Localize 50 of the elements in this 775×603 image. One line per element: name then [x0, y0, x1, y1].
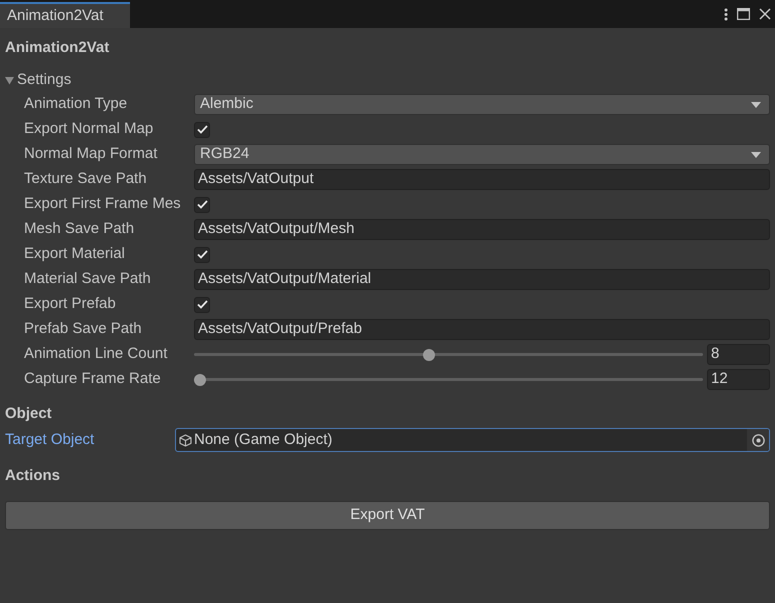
text-field[interactable]: Assets/VatOutput/Material	[194, 269, 770, 290]
section-header: Actions	[5, 466, 62, 486]
field-label: Texture Save Path	[24, 169, 148, 190]
slider-thumb[interactable]	[194, 374, 206, 386]
number-field[interactable]: 12	[707, 369, 770, 390]
check-icon	[196, 250, 208, 259]
caret-icon	[751, 152, 761, 158]
maximize-icon[interactable]	[737, 8, 750, 20]
slider-thumb[interactable]	[422, 348, 435, 360]
settings-foldout[interactable]: Settings	[5, 68, 770, 92]
field-label: Animation Type	[24, 94, 128, 114]
field-label: Mesh Save Path	[24, 219, 136, 240]
field-label: Export Normal Map	[24, 119, 154, 140]
export-button[interactable]: Export VAT	[5, 501, 770, 530]
field-label: Normal Map Format	[24, 144, 158, 164]
object-value: None (Game Object)	[194, 430, 332, 450]
more-options-icon[interactable]	[724, 8, 728, 20]
checkbox[interactable]	[194, 246, 210, 262]
text-field[interactable]: Assets/VatOutput/Mesh	[194, 219, 770, 240]
object-picker-button[interactable]	[747, 429, 769, 451]
close-icon[interactable]	[759, 8, 771, 20]
checkbox[interactable]	[194, 296, 210, 312]
checkbox[interactable]	[194, 196, 210, 212]
dropdown[interactable]: Alembic	[194, 94, 770, 115]
field-label: Export First Frame Mes	[24, 194, 182, 214]
check-icon	[196, 200, 208, 209]
field-label: Material Save Path	[24, 269, 152, 290]
check-icon	[196, 125, 208, 134]
slider-track[interactable]	[194, 374, 703, 386]
field-label: Target Object	[5, 430, 96, 450]
check-icon	[196, 300, 208, 309]
checkbox[interactable]	[194, 122, 210, 138]
section-header: Object	[5, 404, 53, 424]
field-label: Animation Line Count	[24, 344, 168, 364]
cube-icon	[179, 434, 192, 446]
field-label: Prefab Save Path	[24, 319, 143, 340]
panel-title: Animation2Vat	[5, 38, 110, 58]
field-label: Export Material	[24, 244, 126, 264]
field-label: Capture Frame Rate	[24, 369, 162, 390]
slider-track[interactable]	[194, 348, 703, 360]
window-tab[interactable]: Animation2Vat	[0, 2, 130, 28]
expanded-triangle-icon	[5, 76, 14, 84]
object-field[interactable]: None (Game Object)	[175, 428, 770, 452]
field-label: Export Prefab	[24, 294, 117, 314]
text-field[interactable]: Assets/VatOutput	[194, 169, 770, 190]
text-field[interactable]: Assets/VatOutput/Prefab	[194, 319, 770, 340]
caret-icon	[751, 102, 761, 108]
target-icon	[752, 434, 764, 446]
number-field[interactable]: 8	[707, 344, 770, 365]
dropdown[interactable]: RGB24	[194, 144, 770, 165]
